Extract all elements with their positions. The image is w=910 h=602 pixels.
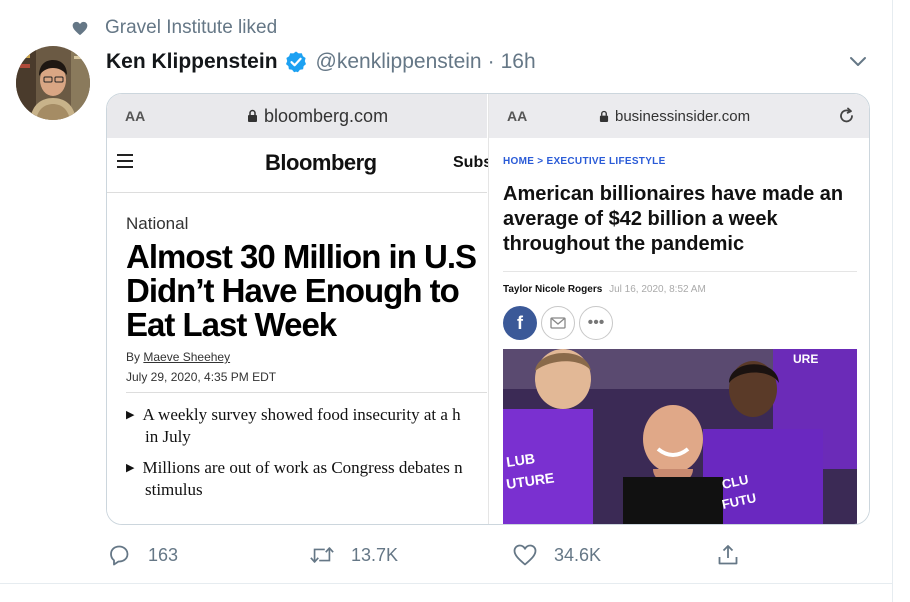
column-border — [892, 0, 893, 602]
tweet-actions: 163 13.7K 34.6K — [106, 537, 866, 573]
summary-bullet: ▶ Millions are out of work as Congress de… — [126, 457, 463, 501]
bullet-text-continued: in July — [145, 427, 191, 446]
url-text: bloomberg.com — [264, 105, 389, 126]
section-label: National — [126, 214, 189, 233]
media-image[interactable]: AA bloomberg.com Bloomberg Subs National… — [106, 93, 870, 525]
text-size-label: AA — [125, 108, 146, 124]
reply-button[interactable]: 163 — [106, 537, 178, 573]
headline-line: Didn’t Have Enough to — [126, 272, 460, 309]
article-photo: LUB UTURE CLU FUTU URE — [503, 349, 857, 524]
tweet-header: Ken Klippenstein @kenklippenstein · 16h — [106, 47, 536, 77]
browser-address-bar: AA bloomberg.com — [107, 94, 487, 138]
article-date: July 29, 2020, 4:35 PM EDT — [126, 370, 277, 384]
headline-line: Eat Last Week — [126, 306, 337, 343]
url-text: businessinsider.com — [615, 107, 751, 125]
bullet-triangle-icon: ▶ — [126, 462, 135, 474]
avatar[interactable] — [16, 46, 90, 120]
breadcrumb: HOME > EXECUTIVE LIFESTYLE — [503, 156, 666, 167]
verified-badge-icon — [284, 50, 308, 74]
mail-share-icon — [541, 306, 575, 340]
bullet-text-continued: stimulus — [145, 480, 203, 499]
bullet-text: Millions are out of work as Congress deb… — [142, 458, 463, 477]
divider — [503, 271, 857, 272]
divider — [126, 392, 487, 393]
browser-address-bar: AA businessinsider.com — [489, 94, 869, 138]
retweet-icon — [309, 542, 335, 568]
lock-icon — [599, 110, 609, 122]
heart-icon — [512, 542, 538, 568]
tweet-divider — [0, 583, 892, 584]
author-name: Taylor Nicole Rogers — [503, 284, 603, 295]
bloomberg-logo: Bloomberg — [265, 150, 377, 175]
heart-icon — [70, 18, 90, 38]
businessinsider-screenshot: AA businessinsider.com HOME > EXECUTIVE … — [488, 94, 869, 524]
separator-dot: · — [487, 50, 495, 73]
retweet-count: 13.7K — [351, 544, 399, 565]
url-display: businessinsider.com — [599, 108, 750, 125]
facebook-share-icon: f — [503, 306, 537, 340]
url-display: bloomberg.com — [247, 106, 388, 127]
byline: By Maeve Sheehey — [126, 350, 230, 364]
bloomberg-screenshot: AA bloomberg.com Bloomberg Subs National… — [107, 94, 492, 524]
tweet-timestamp[interactable]: 16h — [501, 50, 536, 74]
svg-text:URE: URE — [793, 352, 818, 366]
user-handle[interactable]: @kenklippenstein — [316, 50, 482, 74]
byline-prefix: By — [126, 350, 141, 364]
text-size-label: AA — [507, 108, 528, 124]
share-button[interactable] — [715, 537, 741, 573]
share-icon — [715, 542, 741, 568]
reply-count: 163 — [148, 544, 179, 565]
like-button[interactable]: 34.6K — [512, 537, 601, 573]
retweet-button[interactable]: 13.7K — [309, 537, 398, 573]
bullet-triangle-icon: ▶ — [126, 409, 135, 421]
display-name[interactable]: Ken Klippenstein — [106, 50, 278, 74]
summary-bullet: ▶ A weekly survey showed food insecurity … — [126, 404, 461, 448]
headline-line: Almost 30 Million in U.S — [126, 238, 477, 275]
hamburger-menu-icon — [117, 154, 133, 168]
lock-icon — [248, 109, 257, 122]
more-share-icon: ••• — [579, 306, 613, 340]
article-headline: Almost 30 Million in U.S Didn’t Have Eno… — [126, 240, 496, 342]
article-headline: American billionaires have made an avera… — [503, 183, 844, 255]
subscribe-label: Subs — [453, 154, 493, 171]
chevron-down-icon[interactable] — [846, 50, 870, 74]
bloomberg-nav: Bloomberg Subs — [107, 138, 492, 193]
reply-icon — [106, 542, 132, 568]
byline: Taylor Nicole Rogers Jul 16, 2020, 8:52 … — [503, 284, 706, 295]
article-date: Jul 16, 2020, 8:52 AM — [609, 284, 706, 295]
author-name: Maeve Sheehey — [143, 350, 231, 364]
like-count: 34.6K — [554, 544, 602, 565]
refresh-icon — [840, 107, 853, 123]
bullet-text: A weekly survey showed food insecurity a… — [142, 405, 461, 424]
social-context-text[interactable]: Gravel Institute liked — [105, 17, 277, 39]
social-context: Gravel Institute liked — [70, 16, 277, 40]
